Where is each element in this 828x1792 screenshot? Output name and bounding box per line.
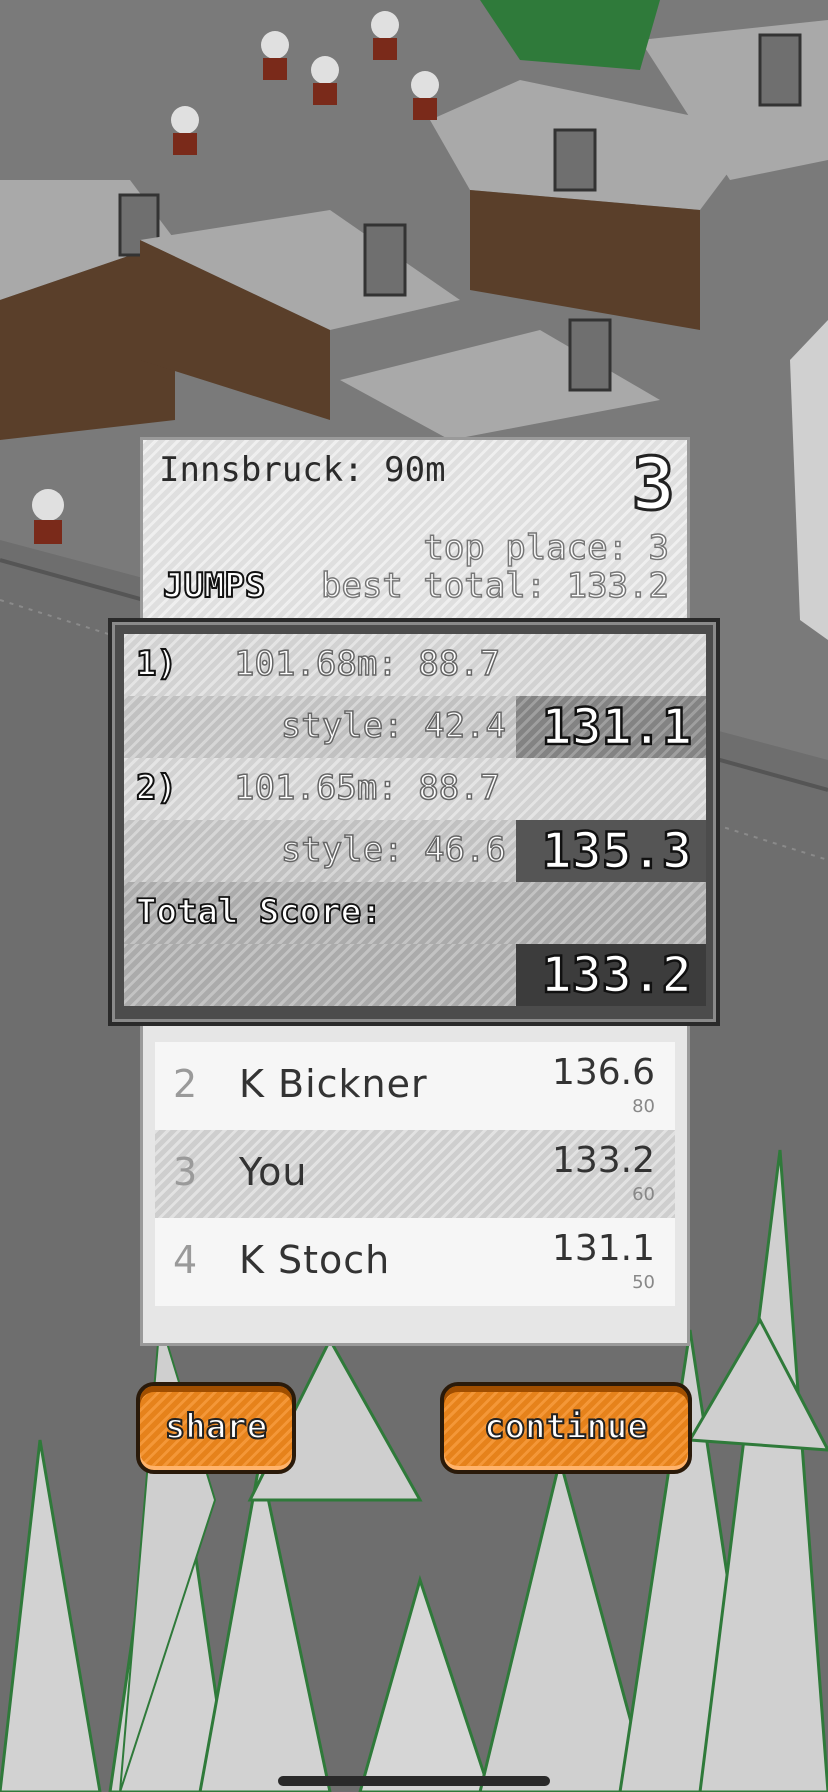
jump-score-cell: 131.1 (516, 696, 706, 758)
jump-score-cell: 135.3 (516, 820, 706, 882)
jump-number: 1) (135, 643, 178, 685)
standings-name: K Stoch (239, 1238, 391, 1282)
standings-score: 133.2 (551, 1140, 655, 1181)
hill-location: Innsbruck: 90m (159, 450, 446, 490)
continue-button[interactable]: continue (440, 1382, 692, 1474)
standings-score: 136.6 (551, 1052, 655, 1093)
standings-row-player: 3 You 133.2 60 (155, 1130, 675, 1218)
final-place: 3 (630, 441, 676, 528)
share-button[interactable]: share (136, 1382, 296, 1474)
standings-points: 50 (632, 1272, 655, 1293)
standings-row: 2 K Bickner 136.6 80 (155, 1042, 675, 1130)
best-total: best total: 133.2 (320, 565, 670, 607)
jump-1-distance-row: 1) 101.68m: 88.7 (124, 634, 706, 696)
results-header-panel: Innsbruck: 90m 3 top place: 3 JUMPS best… (140, 437, 690, 627)
standings-points: 80 (632, 1096, 655, 1117)
jump-style: style: 46.6 (280, 829, 507, 871)
standings-score: 131.1 (551, 1228, 655, 1269)
total-score-label: Total Score: (135, 891, 382, 933)
jump-score: 131.1 (540, 697, 693, 758)
jump-2-distance-row: 2) 101.65m: 88.7 (124, 758, 706, 820)
top-place: top place: 3 (423, 527, 670, 569)
standings-points: 60 (632, 1184, 655, 1205)
jump-score: 135.3 (540, 821, 693, 882)
jump-1-style-row: style: 42.4 131.1 (124, 696, 706, 758)
total-score-label-row: Total Score: (124, 882, 706, 944)
standings-position: 3 (173, 1150, 198, 1194)
standings-row: 4 K Stoch 131.1 50 (155, 1218, 675, 1306)
jump-number: 2) (135, 767, 178, 809)
standings-list: 2 K Bickner 136.6 80 3 You 133.2 60 4 K … (140, 1026, 690, 1346)
total-score: 133.2 (540, 945, 693, 1006)
total-score-cell: 133.2 (516, 944, 706, 1006)
total-score-row: 133.2 (124, 944, 706, 1006)
standings-position: 4 (173, 1238, 198, 1282)
jumps-label: JUMPS (162, 565, 266, 607)
standings-name: K Bickner (239, 1062, 428, 1106)
standings-name: You (239, 1150, 308, 1194)
standings-position: 2 (173, 1062, 198, 1106)
jump-2-style-row: style: 46.6 135.3 (124, 820, 706, 882)
jump-distance: 101.65m: 88.7 (233, 767, 501, 809)
home-indicator[interactable] (278, 1776, 550, 1786)
jump-distance: 101.68m: 88.7 (233, 643, 501, 685)
jump-style: style: 42.4 (280, 705, 507, 747)
jumps-detail-box: 1) 101.68m: 88.7 style: 42.4 131.1 2) 10… (108, 618, 720, 1026)
